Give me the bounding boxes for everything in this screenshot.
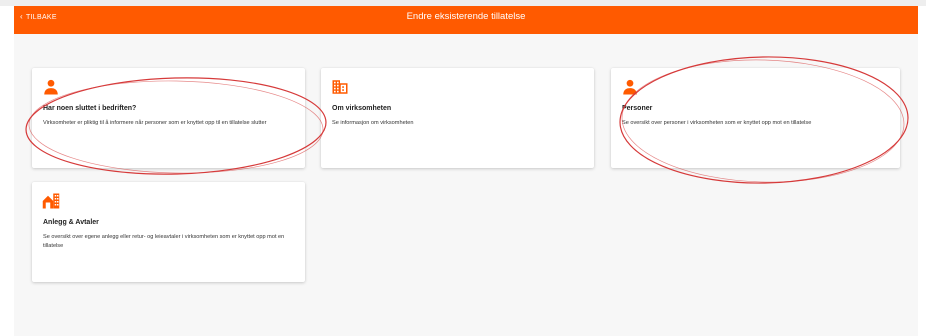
card-description: Se informasjon om virksomheten bbox=[332, 120, 414, 126]
app-header: ‹ TILBAKE Endre eksisterende tillatelse bbox=[14, 6, 918, 34]
card-persons[interactable]: Personer Se oversikt over personer i vir… bbox=[611, 68, 900, 168]
main-content: Har noen sluttet i bedriften? Virksomhet… bbox=[14, 34, 918, 336]
card-employee-left[interactable]: Har noen sluttet i bedriften? Virksomhet… bbox=[32, 68, 305, 168]
card-description: Se oversikt over personer i virksomheten… bbox=[622, 120, 812, 126]
card-title: Anlegg & Avtaler bbox=[43, 219, 99, 226]
card-description: Se oversikt over egene anlegg eller retu… bbox=[43, 234, 285, 249]
card-about-company[interactable]: Om virksomheten Se informasjon om virkso… bbox=[321, 68, 594, 168]
card-title: Personer bbox=[622, 105, 653, 112]
page-title: Endre eksisterende tillatelse bbox=[406, 11, 526, 22]
person-icon bbox=[623, 79, 637, 95]
card-facilities-agreements[interactable]: Anlegg & Avtaler Se oversikt over egene … bbox=[32, 182, 305, 282]
person-icon bbox=[44, 79, 58, 95]
card-description: Virksomheter er pliktig til å informere … bbox=[43, 120, 267, 126]
home-building-icon bbox=[42, 193, 60, 209]
card-title: Om virksomheten bbox=[332, 105, 392, 112]
building-icon bbox=[332, 80, 348, 94]
card-title: Har noen sluttet i bedriften? bbox=[43, 105, 137, 112]
